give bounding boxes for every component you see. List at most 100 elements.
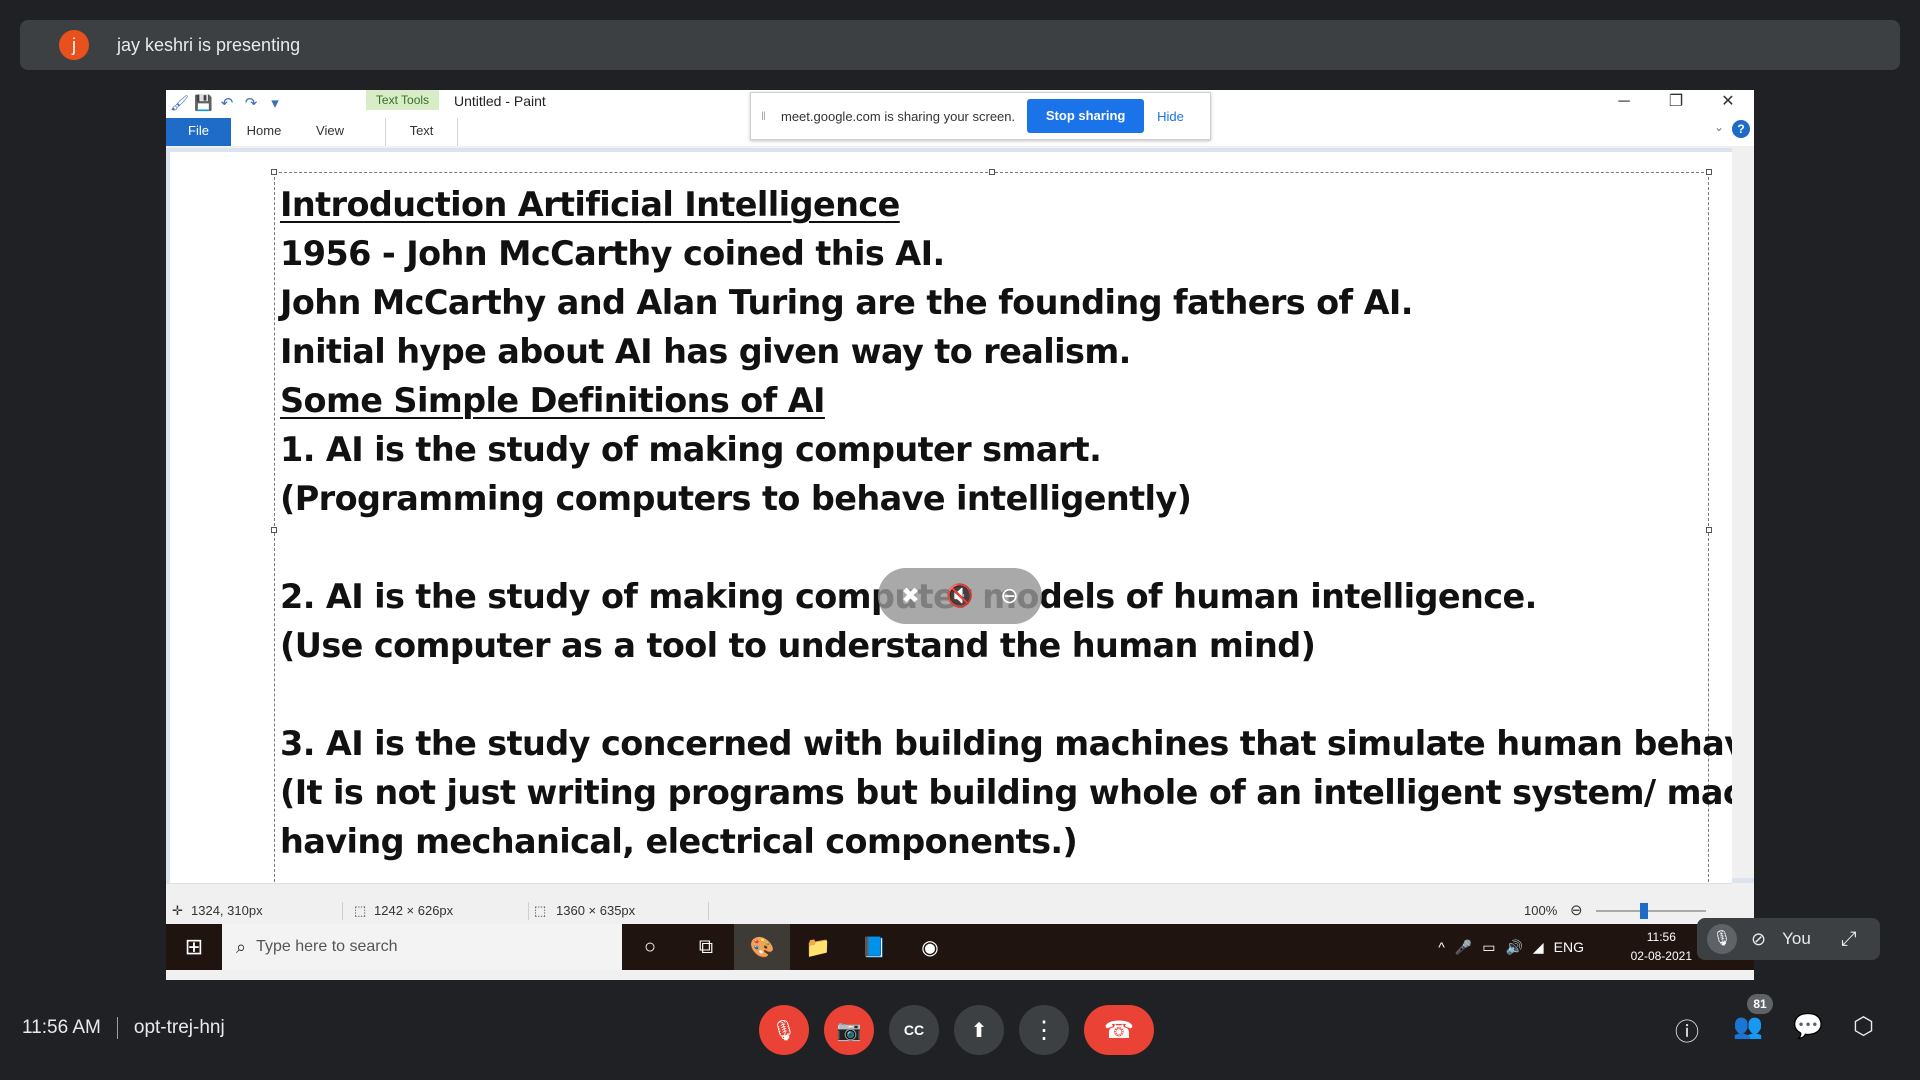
remove-tile-icon[interactable]: ⊖ [1000,583,1018,609]
notepad-icon[interactable]: 📘 [846,924,902,970]
task-view-icon[interactable]: ⧉ [678,924,734,970]
horizontal-scrollbar[interactable] [166,883,1732,897]
language-indicator[interactable]: ENG [1554,939,1584,955]
zoom-out-icon[interactable]: ⊖ [1570,901,1583,919]
resize-handle[interactable] [271,527,277,533]
resize-handle[interactable] [271,169,277,175]
more-options-button[interactable]: ⋮ [1019,1005,1069,1055]
document-line: (Programming computers to behave intelli… [280,479,1192,518]
status-divider [708,902,709,920]
canvas-size-icon: ⬚ [534,903,547,918]
wifi-icon[interactable]: ◢ [1533,939,1544,956]
tab-view[interactable]: View [297,118,363,146]
document-line: Introduction Artificial Intelligence [280,185,900,224]
search-placeholder: Type here to search [256,938,398,955]
chevron-up-icon[interactable]: ^ [1438,939,1445,955]
cursor-position: 1324, 310px [191,903,263,918]
self-view-tile: 🎙 ⊘ You ⤢ [1697,918,1880,960]
start-icon[interactable]: ⊞ [166,924,222,970]
close-button[interactable]: ✕ [1702,90,1754,116]
selection-size: 1242 × 626px [374,903,454,918]
hide-sharing-bar-button[interactable]: Hide [1157,109,1184,124]
meeting-code[interactable]: opt-trej-hnj [134,1017,225,1039]
tab-text[interactable]: Text [385,118,458,146]
resize-handle[interactable] [1706,169,1712,175]
paint-canvas[interactable]: Introduction Artificial Intelligence 1956… [170,152,1754,892]
captions-button[interactable]: CC [889,1005,939,1055]
paint-app-icon[interactable]: 🖌 [170,94,189,112]
mute-presenter-icon[interactable]: 🔇 [946,583,973,609]
sharing-message: meet.google.com is sharing your screen. [781,108,1016,124]
drag-handle-icon[interactable]: ‖ [761,109,771,123]
document-line: 1. AI is the study of making computer sm… [280,430,1102,469]
unpin-icon[interactable]: ✖ [901,583,919,609]
vertical-scrollbar[interactable] [1732,148,1754,878]
stop-sharing-button[interactable]: Stop sharing [1027,99,1145,133]
status-bar: ✛ 1324, 310px ⬚ 1242 × 626px ⬚ 1360 × 63… [166,898,1754,924]
undo-icon[interactable]: ↶ [218,94,236,112]
presenting-banner: j jay keshri is presenting [20,20,1900,70]
customize-qat-icon[interactable]: ▾ [266,94,284,112]
leave-call-button[interactable]: ☎ [1084,1005,1154,1055]
presenter-avatar: j [59,30,89,60]
text-tools-context-label: Text Tools [366,90,439,110]
system-tray: ^ 🎤 ▭ 🔊 ◢ ENG [1438,924,1584,970]
people-icon[interactable]: 👥 [1733,1012,1763,1041]
microphone-icon[interactable]: 🎤 [1455,939,1472,956]
chat-icon[interactable]: 💬 [1793,1012,1823,1041]
canvas-area: Introduction Artificial Intelligence 1956… [166,148,1754,892]
selection-size-icon: ⬚ [354,903,367,918]
status-divider [528,902,529,920]
zoom-slider-thumb[interactable] [1640,903,1648,919]
taskbar-time: 11:56 [1646,930,1676,944]
quick-access-toolbar: 🖌 💾 ↶ ↷ ▾ [170,94,284,112]
expand-icon[interactable]: ⤢ [1841,928,1857,951]
mic-off-icon: 🎙 [1707,924,1737,954]
document-line: 3. AI is the study concerned with buildi… [280,724,1754,763]
self-label: You [1782,929,1811,948]
document-text[interactable]: Introduction Artificial Intelligence 1956… [280,180,1754,866]
meeting-info-icon[interactable]: ⓘ [1675,1012,1699,1047]
chrome-icon[interactable]: ◉ [902,924,958,970]
document-line: Some Simple Definitions of AI [280,381,826,420]
window-title: Untitled - Paint [454,93,546,109]
resize-handle[interactable] [989,169,995,175]
collapse-ribbon-icon[interactable]: ⌄ [1714,120,1724,134]
meeting-control-bar: 11:56 AM opt-trej-hnj 🎙 📷 CC ⬆ ⋮ ☎ ⓘ 👥 8… [0,990,1920,1080]
camera-off-icon: ⊘ [1751,928,1767,949]
volume-icon[interactable]: 🔊 [1505,939,1522,956]
windows-taskbar: ⊞ ⌕ Type here to search ○ ⧉ 🎨 📁 📘 ◉ ^ 🎤 … [166,924,1754,970]
meeting-divider [116,1017,118,1039]
meeting-time: 11:56 AM [22,1017,101,1038]
taskbar-clock[interactable]: 11:56 02-08-2021 [1631,928,1692,966]
help-icon[interactable]: ? [1732,120,1750,138]
save-icon[interactable]: 💾 [194,94,213,112]
camera-toggle-button[interactable]: 📷 [824,1005,874,1055]
zoom-slider-track[interactable] [1596,910,1706,912]
tab-home[interactable]: Home [231,118,297,146]
taskbar-date: 02-08-2021 [1630,949,1692,963]
maximize-button[interactable]: ❐ [1650,90,1702,116]
document-line: Initial hype about AI has given way to r… [280,332,1131,371]
paint-taskbar-icon[interactable]: 🎨 [734,924,790,970]
tab-file[interactable]: File [166,118,231,146]
redo-icon[interactable]: ↷ [242,94,260,112]
taskbar-search[interactable]: ⌕ Type here to search [222,924,622,970]
minimize-button[interactable]: ─ [1598,90,1650,116]
document-line: (It is not just writing programs but bui… [280,773,1754,812]
cortana-icon[interactable]: ○ [622,924,678,970]
microphone-toggle-button[interactable]: 🎙 [759,1005,809,1055]
file-explorer-icon[interactable]: 📁 [790,924,846,970]
present-now-button[interactable]: ⬆ [954,1005,1004,1055]
participants-count-badge: 81 [1747,994,1773,1014]
presenting-label: jay keshri is presenting [117,34,301,55]
document-line: (Use computer as a tool to understand th… [280,626,1316,665]
presenter-controls: ✖ 🔇 ⊖ [878,568,1042,624]
shared-screen: 🖌 💾 ↶ ↷ ▾ Text Tools Untitled - Paint Fi… [166,90,1754,980]
activities-icon[interactable]: ⬡ [1853,1012,1874,1041]
battery-icon[interactable]: ▭ [1482,939,1495,956]
window-controls: ─ ❐ ✕ [1598,90,1754,116]
document-line: 1956 - John McCarthy coined this AI. [280,234,945,273]
